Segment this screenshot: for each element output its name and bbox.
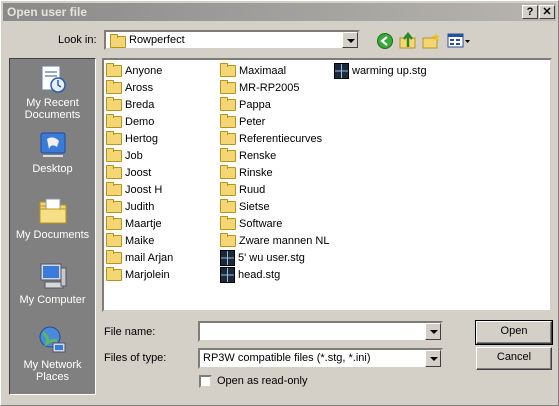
list-item[interactable]: Zware mannen NL [220, 233, 330, 249]
folder-icon [220, 131, 236, 146]
cancel-button[interactable]: Cancel [476, 347, 552, 370]
place-recent-documents[interactable]: My Recent Documents [10, 63, 95, 121]
list-item[interactable]: Joost [106, 165, 151, 181]
folder-icon [106, 114, 122, 129]
place-label: My Recent Documents [24, 97, 81, 121]
place-desktop[interactable]: Desktop [10, 129, 95, 175]
list-item[interactable]: Marjolein [106, 267, 170, 283]
my-computer-icon [40, 263, 66, 289]
list-item[interactable]: Renske [220, 148, 276, 164]
list-item[interactable]: Ruud [220, 182, 265, 198]
list-item[interactable]: Peter [220, 114, 265, 130]
folder-icon [106, 63, 122, 78]
list-item[interactable]: Sietse [220, 199, 270, 215]
folder-icon [106, 165, 122, 180]
back-icon[interactable] [376, 32, 394, 50]
chevron-down-icon[interactable] [425, 350, 441, 367]
folder-icon [220, 165, 236, 180]
list-item[interactable]: Demo [106, 114, 154, 130]
list-item[interactable]: Maike [106, 233, 154, 249]
open-file-dialog: Open user file ? ✕ Look in: Rowperfect M… [0, 0, 559, 406]
list-item[interactable]: 5' wu user.stg [220, 250, 305, 267]
list-item[interactable]: Anyone [106, 63, 162, 79]
folder-icon [220, 148, 236, 163]
close-button[interactable]: ✕ [539, 5, 555, 19]
look-in-value: Rowperfect [129, 34, 185, 46]
place-network-places[interactable]: My Network Places [10, 325, 95, 383]
folder-icon [106, 97, 122, 112]
folder-icon [106, 80, 122, 95]
list-item[interactable]: MR-RP2005 [220, 80, 300, 96]
look-in-label: Look in: [58, 34, 97, 46]
file-type-value: RP3W compatible files (*.stg, *.ini) [203, 352, 371, 364]
file-type-dropdown[interactable]: RP3W compatible files (*.stg, *.ini) [198, 348, 443, 369]
read-only-checkbox[interactable] [199, 375, 212, 388]
read-only-label[interactable]: Open as read-only [217, 375, 308, 387]
folder-icon [220, 97, 236, 112]
list-item[interactable]: Referentiecurves [220, 131, 322, 147]
dialog-title: Open user file [7, 5, 88, 19]
file-list[interactable]: Anyone Aross Breda Demo Hertog Job Joost… [102, 58, 552, 312]
list-item[interactable]: Aross [106, 80, 153, 96]
view-menu-icon[interactable] [447, 32, 471, 50]
folder-icon [220, 80, 236, 95]
list-item[interactable]: Job [106, 148, 143, 164]
list-item[interactable]: Judith [106, 199, 154, 215]
folder-icon [220, 233, 236, 248]
list-item[interactable]: Maartje [106, 216, 162, 232]
file-name-input[interactable] [198, 321, 443, 342]
place-label: My Computer [19, 294, 86, 306]
new-folder-icon[interactable] [422, 32, 440, 50]
folder-icon [220, 63, 236, 78]
places-bar: My Recent Documents Desktop My Documents [9, 58, 96, 395]
folder-icon [106, 182, 122, 197]
desktop-icon [40, 132, 65, 157]
folder-icon [220, 199, 236, 214]
list-item[interactable]: Hertog [106, 131, 158, 147]
place-my-documents[interactable]: My Documents [10, 195, 95, 241]
place-label: Desktop [32, 163, 73, 175]
network-places-icon [39, 326, 65, 353]
place-my-computer[interactable]: My Computer [10, 260, 95, 306]
file-name-label: File name: [104, 326, 156, 338]
list-item[interactable]: Maximaal [220, 63, 286, 79]
folder-icon [220, 182, 236, 197]
place-label: My Network Places [23, 359, 82, 383]
open-button[interactable]: Open [475, 320, 553, 345]
folder-icon [106, 131, 122, 146]
list-item[interactable]: warming up.stg [334, 63, 427, 80]
title-bar[interactable]: Open user file ? ✕ [3, 3, 556, 21]
file-type-label: Files of type: [104, 352, 167, 364]
list-item[interactable]: Pappa [220, 97, 271, 113]
list-item[interactable]: mail Arjan [106, 250, 173, 266]
list-item[interactable]: head.stg [220, 267, 280, 284]
chevron-down-icon[interactable] [425, 323, 441, 340]
folder-icon [220, 216, 236, 231]
folder-icon [106, 148, 122, 163]
folder-icon [106, 216, 122, 231]
stg-file-icon [220, 250, 235, 267]
stg-file-icon [220, 267, 235, 284]
list-item[interactable]: Joost H [106, 182, 162, 198]
list-item[interactable]: Rinske [220, 165, 273, 181]
my-documents-icon [39, 198, 66, 224]
help-button[interactable]: ? [522, 5, 538, 19]
list-item[interactable]: Breda [106, 97, 154, 113]
place-label: My Documents [15, 229, 90, 241]
recent-documents-icon [41, 65, 66, 93]
folder-icon [106, 250, 122, 265]
up-folder-icon[interactable] [399, 32, 417, 50]
stg-file-icon [334, 63, 349, 80]
folder-icon [106, 199, 122, 214]
folder-icon [110, 34, 126, 48]
list-item[interactable]: Software [220, 216, 282, 232]
folder-icon [106, 233, 122, 248]
folder-icon [106, 267, 122, 282]
chevron-down-icon[interactable] [342, 32, 358, 48]
look-in-dropdown[interactable]: Rowperfect [104, 30, 360, 50]
folder-icon [220, 114, 236, 129]
